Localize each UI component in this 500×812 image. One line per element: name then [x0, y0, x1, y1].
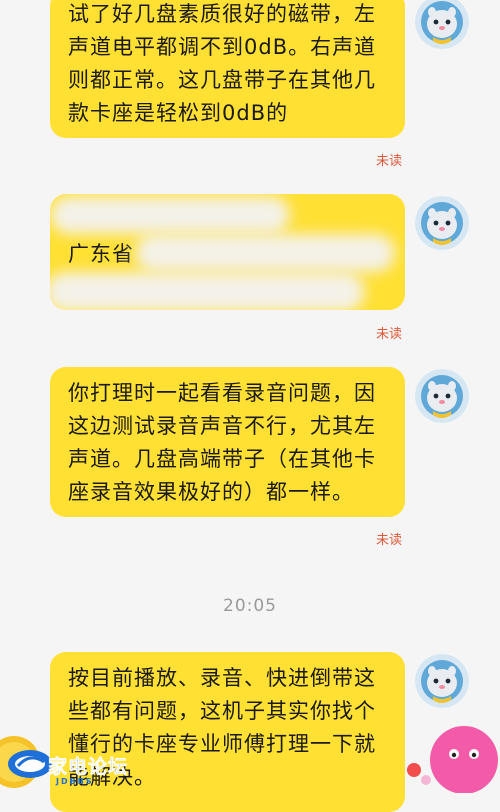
unread-status: 未读	[376, 327, 403, 342]
message-text: 声道电平都调不到0dB。右声道	[68, 35, 377, 59]
message-text: 则都正常。这几盘带子在其他几	[68, 68, 376, 92]
message-bubble[interactable]: 你打理时一起看看录音问题，因 这边测试录音声音不行，尤其左 声道。几盘高端带子（…	[50, 367, 405, 517]
seal-astronaut-avatar-icon	[415, 196, 469, 250]
message-text: 试了好几盘素质很好的磁带，左	[68, 2, 376, 26]
seal-astronaut-avatar-icon	[415, 369, 469, 423]
pink-balloon-sticker-icon	[407, 726, 498, 793]
watermark-subtitle: JDBBS	[56, 777, 94, 786]
message-text: 声道。几盘高端带子（在其他卡	[68, 447, 376, 471]
message-text: 座录音效果极好的）都一样。	[68, 480, 354, 504]
unread-status: 未读	[376, 533, 403, 548]
message-bubble[interactable]: 试了好几盘素质很好的磁带，左 声道电平都调不到0dB。右声道 则都正常。这几盘带…	[50, 0, 405, 138]
avatar[interactable]	[415, 369, 469, 423]
sun-sticker-icon	[0, 736, 40, 788]
avatar[interactable]	[415, 0, 469, 49]
blurred-content	[50, 272, 365, 310]
message-bubble[interactable]: 按目前播放、录音、快进倒带这 些都有问题，这机子其实你找个 懂行的卡座专业师傅打…	[50, 652, 405, 812]
seal-astronaut-avatar-icon	[415, 654, 469, 708]
message-text: 款卡座是轻松到0dB的	[68, 101, 289, 125]
blurred-content	[50, 196, 290, 234]
message-bubble[interactable]: 广东省	[50, 194, 405, 310]
message-text: 按目前播放、录音、快进倒带这	[68, 666, 376, 690]
message-text: 你打理时一起看看录音问题，因	[68, 381, 376, 405]
seal-astronaut-avatar-icon	[415, 0, 469, 49]
message-text: 些都有问题，这机子其实你找个	[68, 699, 376, 723]
blurred-content	[135, 234, 395, 272]
watermark-title: 家电论坛	[48, 756, 129, 779]
timestamp: 20:05	[223, 596, 277, 616]
avatar[interactable]	[415, 654, 469, 708]
avatar[interactable]	[415, 196, 469, 250]
message-text: 这边测试录音声音不行，尤其左	[68, 414, 376, 438]
unread-status: 未读	[376, 154, 403, 169]
message-text: 广东省	[68, 242, 134, 266]
forum-logo-icon	[8, 750, 52, 778]
